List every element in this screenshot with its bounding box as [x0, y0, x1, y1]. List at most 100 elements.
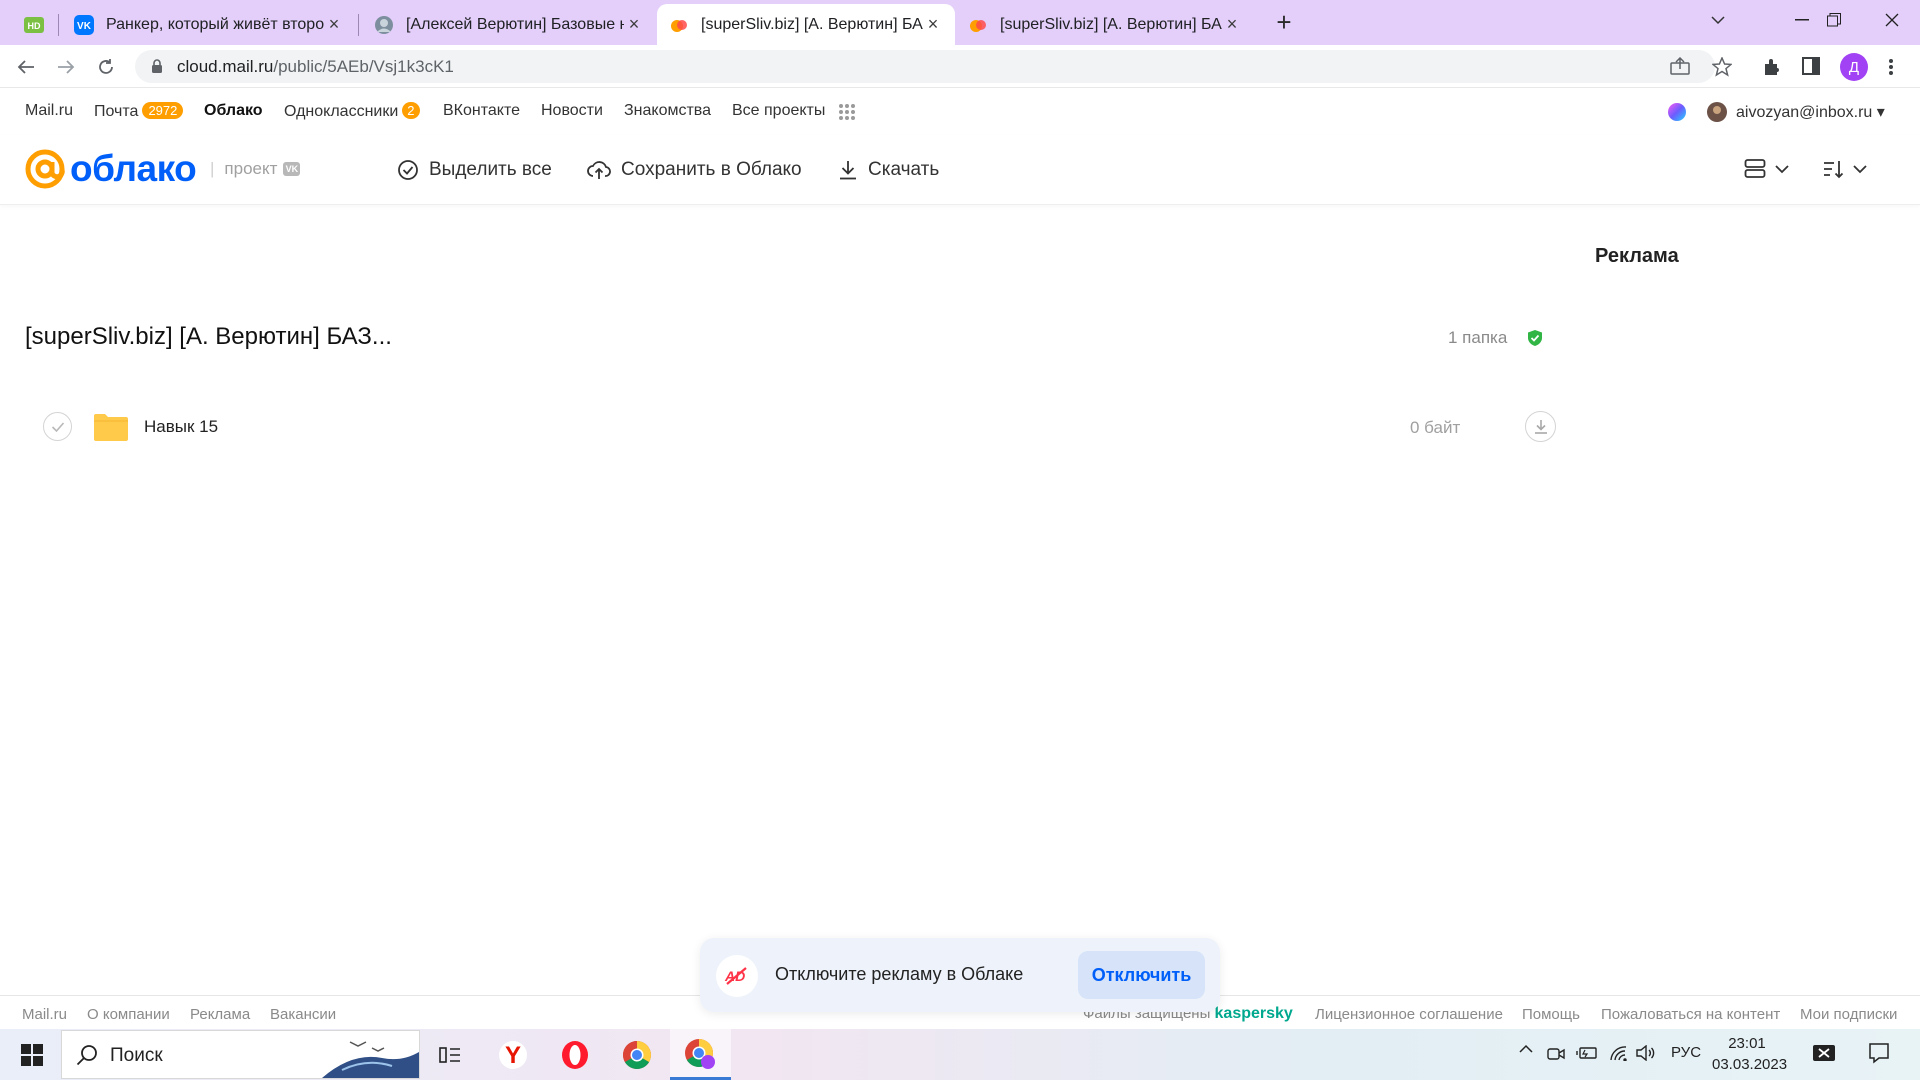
- share-icon[interactable]: [1670, 57, 1690, 75]
- footer-link-mailru[interactable]: Mail.ru: [22, 1006, 67, 1023]
- cloud-header: облако | проект VK Выделить все Сохранит…: [0, 135, 1920, 205]
- item-download-button[interactable]: [1525, 411, 1556, 442]
- marusia-icon[interactable]: [1667, 102, 1687, 122]
- new-tab-button[interactable]: +: [1270, 9, 1298, 37]
- select-all-button[interactable]: Выделить все: [397, 157, 552, 183]
- footer-link-ads[interactable]: Реклама: [190, 1006, 250, 1023]
- svg-text:Y: Y: [505, 1042, 521, 1069]
- taskbar-search[interactable]: Поиск: [61, 1030, 420, 1079]
- tab-separator: [358, 14, 359, 36]
- footer-link-subscriptions[interactable]: Мои подписки: [1800, 1006, 1897, 1023]
- disable-ads-button[interactable]: Отключить: [1078, 951, 1205, 999]
- close-window-icon[interactable]: [1866, 0, 1918, 40]
- footer-link-help[interactable]: Помощь: [1522, 1006, 1580, 1023]
- url-text[interactable]: cloud.mail.ru/public/5AEb/Vsj1k3cK1: [177, 57, 454, 77]
- chrome-menu-icon[interactable]: [1888, 58, 1894, 76]
- apps-grid-icon[interactable]: [838, 103, 856, 121]
- battery-icon[interactable]: [1576, 1046, 1598, 1060]
- chrome-profile-active-button[interactable]: [670, 1029, 731, 1080]
- notifications-icon[interactable]: [1868, 1042, 1890, 1064]
- tab-separator: [58, 14, 59, 36]
- folder-count: 1 папка: [1448, 328, 1508, 347]
- tab-active-cloud[interactable]: [superSliv.biz] [А. Верютин] БАЗ ×: [657, 4, 955, 45]
- portal-link-vk[interactable]: ВКонтакте: [443, 102, 520, 120]
- tab-title: Ранкер, который живёт второй: [106, 15, 324, 33]
- footer-link-report[interactable]: Пожаловаться на контент: [1601, 1006, 1780, 1023]
- footer-link-license[interactable]: Лицензионное соглашение: [1315, 1006, 1503, 1023]
- volume-icon[interactable]: [1636, 1045, 1656, 1061]
- back-icon[interactable]: [12, 53, 40, 81]
- side-panel-icon[interactable]: [1802, 57, 1820, 75]
- opera-icon[interactable]: [557, 1037, 593, 1073]
- lock-icon[interactable]: [151, 59, 163, 74]
- tab-pinned[interactable]: HD: [12, 4, 56, 45]
- check-circle-icon: [398, 160, 418, 180]
- language-indicator[interactable]: РУС: [1671, 1044, 1701, 1061]
- keyboard-icon[interactable]: [1812, 1043, 1836, 1063]
- save-to-cloud-button[interactable]: Сохранить в Облако: [587, 157, 802, 183]
- portal-link-all-projects[interactable]: Все проекты: [732, 102, 825, 120]
- footer-link-about[interactable]: О компании: [87, 1006, 170, 1023]
- close-tab-icon[interactable]: ×: [324, 14, 344, 35]
- reload-icon[interactable]: [92, 53, 120, 81]
- list-item[interactable]: Навык 15 0 байт: [25, 404, 1560, 450]
- cloud-logo[interactable]: облако: [24, 147, 197, 191]
- svg-text:HD: HD: [28, 21, 41, 31]
- portal-link-cloud[interactable]: Облако: [204, 102, 263, 120]
- clock-date: 03.03.2023: [1712, 1056, 1788, 1073]
- windows-start-icon[interactable]: [12, 1041, 52, 1069]
- item-checkbox[interactable]: [43, 412, 72, 441]
- bookmark-star-icon[interactable]: [1712, 57, 1732, 77]
- tab-veryutin[interactable]: [Алексей Верютин] Базовые на ×: [362, 4, 656, 45]
- ad-label: Реклама: [1595, 245, 1679, 267]
- item-name[interactable]: Навык 15: [144, 417, 218, 437]
- browser-toolbar: cloud.mail.ru/public/5AEb/Vsj1k3cK1 Д: [0, 45, 1920, 88]
- mail-count-badge: 2972: [142, 102, 184, 119]
- portal-link-dating[interactable]: Знакомства: [624, 102, 711, 120]
- tab-cloud-2[interactable]: [superSliv.biz] [А. Верютин] БАЗ ×: [956, 4, 1254, 45]
- sort-toggle[interactable]: [1822, 158, 1868, 180]
- restore-icon[interactable]: [1808, 0, 1860, 40]
- view-mode-toggle[interactable]: [1744, 158, 1790, 180]
- forward-icon[interactable]: [52, 53, 80, 81]
- profile-avatar[interactable]: Д: [1840, 53, 1868, 81]
- search-icon: [76, 1044, 98, 1066]
- kaspersky-logo: kaspersky: [1214, 1005, 1293, 1022]
- chevron-down-icon: [1775, 165, 1789, 174]
- browser-tabstrip: HD VK Ранкер, который живёт второй × [Ал…: [0, 0, 1920, 45]
- cloud-icon: [968, 15, 988, 35]
- extensions-icon[interactable]: [1762, 57, 1782, 77]
- download-button[interactable]: Скачать: [838, 157, 939, 183]
- tab-search-chevron-icon[interactable]: [1692, 0, 1744, 40]
- page-title: [superSliv.biz] [А. Верютин] БАЗ...: [25, 323, 392, 350]
- tab-title: [Алексей Верютин] Базовые на: [406, 15, 624, 33]
- task-view-icon[interactable]: [432, 1037, 468, 1073]
- close-tab-icon[interactable]: ×: [624, 14, 644, 35]
- close-tab-icon[interactable]: ×: [923, 14, 943, 35]
- user-email[interactable]: aivozyan@inbox.ru ▾: [1736, 102, 1885, 122]
- verified-shield-icon: [1527, 329, 1543, 347]
- list-view-icon: [1744, 159, 1766, 178]
- portal-link-mail[interactable]: Почта 2972: [94, 102, 184, 121]
- address-bar[interactable]: cloud.mail.ru/public/5AEb/Vsj1k3cK1: [135, 50, 1715, 83]
- footer-link-jobs[interactable]: Вакансии: [270, 1006, 336, 1023]
- yandex-browser-icon[interactable]: Y: [495, 1037, 531, 1073]
- portal-link-ok[interactable]: Одноклассники 2: [284, 102, 420, 121]
- search-highlight-image: [322, 1034, 419, 1078]
- taskbar-clock[interactable]: 23:01 03.03.2023: [1712, 1033, 1788, 1075]
- portal-link-news[interactable]: Новости: [541, 102, 603, 120]
- avatar-icon: [374, 15, 394, 35]
- vk-icon: VK: [74, 14, 94, 35]
- check-icon: [51, 421, 64, 432]
- close-tab-icon[interactable]: ×: [1222, 14, 1242, 35]
- meet-now-icon[interactable]: [1547, 1046, 1565, 1062]
- popup-text: Отключите рекламу в Облаке: [775, 964, 1024, 984]
- cloud-upload-icon: [587, 161, 611, 179]
- wifi-icon[interactable]: [1609, 1045, 1629, 1061]
- user-avatar[interactable]: [1707, 102, 1727, 122]
- chrome-icon[interactable]: [619, 1037, 655, 1073]
- tray-chevron-up-icon[interactable]: [1518, 1044, 1534, 1054]
- sort-icon: [1824, 161, 1844, 179]
- portal-link-mailru[interactable]: Mail.ru: [25, 102, 73, 120]
- tab-vk[interactable]: VK Ранкер, который живёт второй ×: [62, 4, 356, 45]
